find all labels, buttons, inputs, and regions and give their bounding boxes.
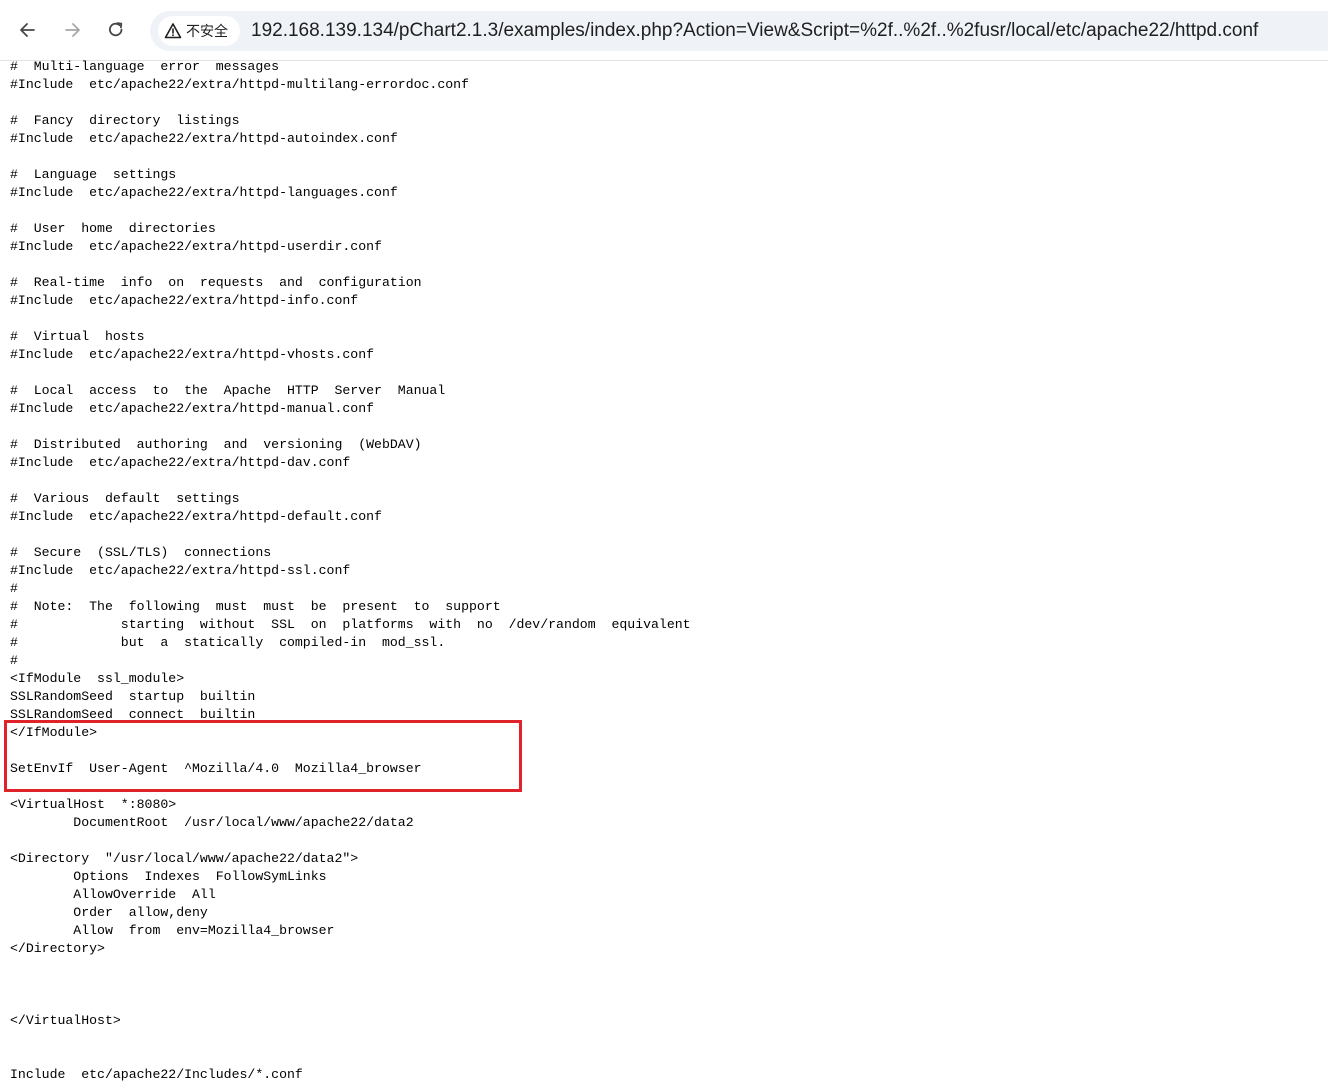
file-line: DocumentRoot /usr/local/www/apache22/dat… <box>10 815 414 830</box>
file-line: # Multi-language error messages <box>10 59 280 74</box>
file-line: #Include etc/apache22/extra/httpd-ssl.co… <box>10 563 351 578</box>
arrow-left-icon <box>20 23 35 37</box>
file-line <box>10 832 1310 850</box>
file-line: # Secure (SSL/TLS) connections <box>10 545 272 560</box>
file-line: #Include etc/apache22/extra/httpd-defaul… <box>10 509 382 524</box>
reload-icon <box>109 22 123 37</box>
file-line: Allow from env=Mozilla4_browser <box>10 923 335 938</box>
back-button[interactable] <box>12 14 44 46</box>
file-line <box>10 526 1310 544</box>
file-line: # <box>10 653 18 668</box>
file-line: # Distributed authoring and versioning (… <box>10 437 422 452</box>
file-line: # Local access to the Apache HTTP Server… <box>10 383 446 398</box>
forward-button[interactable] <box>56 14 88 46</box>
file-line: # Fancy directory listings <box>10 113 240 128</box>
file-line: Order allow,deny <box>10 905 208 920</box>
file-line: <IfModule ssl_module> <box>10 671 185 686</box>
file-line <box>10 1048 1310 1066</box>
file-line: SSLRandomSeed startup builtin <box>10 689 256 704</box>
file-line: #Include etc/apache22/extra/httpd-userdi… <box>10 239 382 254</box>
file-content: # Multi-language error messages #Include … <box>10 58 1310 1084</box>
file-line: </Directory> <box>10 941 105 956</box>
file-line: <Directory "/usr/local/www/apache22/data… <box>10 851 359 866</box>
file-line: # Note: The following must must be prese… <box>10 599 501 614</box>
arrow-right-icon <box>65 23 80 37</box>
file-line <box>10 148 1310 166</box>
file-line: # <box>10 581 18 596</box>
file-line: #Include etc/apache22/extra/httpd-info.c… <box>10 293 359 308</box>
file-line <box>10 1030 1310 1048</box>
file-line <box>10 364 1310 382</box>
file-line: AllowOverride All <box>10 887 216 902</box>
security-label: 不安全 <box>186 24 228 40</box>
file-line: # Language settings <box>10 167 177 182</box>
security-indicator[interactable]: 不安全 <box>158 16 240 46</box>
file-line <box>10 202 1310 220</box>
warning-icon <box>164 23 182 39</box>
file-line: #Include etc/apache22/extra/httpd-dav.co… <box>10 455 351 470</box>
reload-button[interactable] <box>100 14 132 46</box>
file-line: # starting without SSL on platforms with… <box>10 617 691 632</box>
file-line: #Include etc/apache22/extra/httpd-multil… <box>10 77 469 92</box>
highlight-annotation-box <box>4 720 522 792</box>
file-line <box>10 94 1310 112</box>
file-line: # Various default settings <box>10 491 240 506</box>
file-line: # Real-time info on requests and configu… <box>10 275 422 290</box>
file-line: # Virtual hosts <box>10 329 145 344</box>
file-line: Include etc/apache22/Includes/*.conf <box>10 1067 303 1082</box>
file-line <box>10 418 1310 436</box>
file-line: #Include etc/apache22/extra/httpd-vhosts… <box>10 347 375 362</box>
file-line <box>10 472 1310 490</box>
file-line: #Include etc/apache22/extra/httpd-autoin… <box>10 131 398 146</box>
file-line <box>10 976 1310 994</box>
file-line: # but a statically compiled-in mod_ssl. <box>10 635 446 650</box>
file-line <box>10 256 1310 274</box>
file-line: #Include etc/apache22/extra/httpd-manual… <box>10 401 375 416</box>
file-line <box>10 310 1310 328</box>
file-line: </VirtualHost> <box>10 1013 121 1028</box>
file-line <box>10 994 1310 1012</box>
file-line: Options Indexes FollowSymLinks <box>10 869 327 884</box>
address-bar[interactable]: 不安全 192.168.139.134/pChart2.1.3/examples… <box>150 11 1328 51</box>
file-line <box>10 958 1310 976</box>
file-line: #Include etc/apache22/extra/httpd-langua… <box>10 185 398 200</box>
browser-toolbar: 不安全 192.168.139.134/pChart2.1.3/examples… <box>0 0 1328 61</box>
url-text[interactable]: 192.168.139.134/pChart2.1.3/examples/ind… <box>251 20 1258 42</box>
file-line: <VirtualHost *:8080> <box>10 797 177 812</box>
file-line: # User home directories <box>10 221 216 236</box>
